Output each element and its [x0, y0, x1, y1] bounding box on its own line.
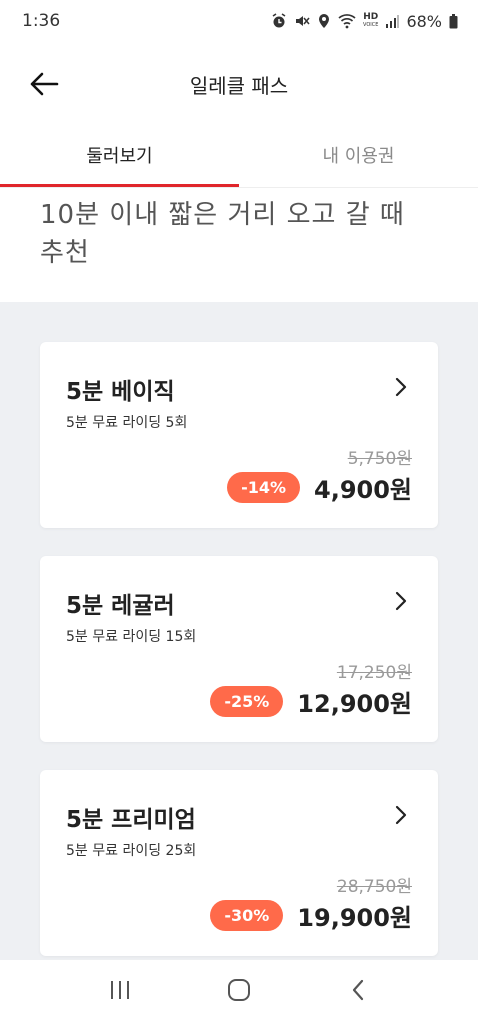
tab-browse[interactable]: 둘러보기	[0, 136, 239, 187]
sale-price: 19,900원	[297, 904, 412, 932]
original-price: 28,750원	[336, 877, 412, 897]
page-title: 일레클 패스	[189, 73, 289, 98]
signal-icon	[385, 14, 400, 28]
sale-price: 4,900원	[314, 476, 412, 504]
back-chevron-icon	[351, 979, 365, 1005]
sale-price: 12,900원	[297, 690, 412, 718]
hd-voice-icon: HD VOICE	[363, 12, 379, 29]
arrow-left-icon	[29, 72, 59, 100]
app-header: 일레클 패스	[0, 42, 478, 126]
discount-badge: -30%	[210, 900, 284, 931]
pass-name: 5분 레귤러	[66, 593, 175, 619]
chevron-right-icon	[392, 376, 410, 398]
price-row: -25% 12,900원	[210, 684, 412, 719]
system-nav-bar	[0, 960, 478, 1024]
pass-name: 5분 베이직	[66, 379, 175, 405]
price-row: -14% 4,900원	[227, 470, 412, 505]
recent-apps-icon	[109, 980, 131, 1004]
mute-icon	[294, 13, 310, 29]
location-icon	[317, 13, 331, 29]
pass-description: 5분 무료 라이딩 25회	[66, 843, 197, 859]
discount-badge: -25%	[210, 686, 284, 717]
tab-bar: 둘러보기 내 이용권	[0, 136, 478, 188]
status-icons: HD VOICE 68%	[271, 12, 458, 31]
system-back-button[interactable]	[338, 972, 378, 1012]
tab-browse-label: 둘러보기	[86, 145, 153, 167]
battery-icon	[449, 13, 458, 29]
back-button[interactable]	[24, 66, 64, 106]
recent-apps-button[interactable]	[100, 972, 140, 1012]
pass-description: 5분 무료 라이딩 5회	[66, 415, 188, 431]
original-price: 17,250원	[336, 663, 412, 683]
discount-badge: -14%	[227, 472, 300, 503]
wifi-icon	[338, 13, 356, 29]
chevron-right-icon	[392, 804, 410, 826]
status-bar: 1:36 HD VOICE 68%	[0, 0, 478, 42]
status-time: 1:36	[22, 11, 61, 31]
pass-description: 5분 무료 라이딩 15회	[66, 629, 197, 645]
pass-card-regular[interactable]: 5분 레귤러 5분 무료 라이딩 15회 17,250원 -25% 12,900…	[40, 556, 438, 742]
tab-my-passes[interactable]: 내 이용권	[239, 136, 478, 187]
category-description: 10분 이내 짧은 거리 오고 갈 때 추천	[0, 190, 478, 302]
alarm-icon	[271, 13, 287, 29]
tab-my-passes-label: 내 이용권	[322, 145, 395, 167]
pass-name: 5분 프리미엄	[66, 807, 196, 833]
home-button[interactable]	[219, 972, 259, 1012]
price-row: -30% 19,900원	[210, 898, 412, 933]
original-price: 5,750원	[347, 449, 412, 469]
pass-list: 5분 베이직 5분 무료 라이딩 5회 5,750원 -14% 4,900원 5…	[0, 302, 478, 960]
pass-card-basic[interactable]: 5분 베이직 5분 무료 라이딩 5회 5,750원 -14% 4,900원	[40, 342, 438, 528]
chevron-right-icon	[392, 590, 410, 612]
pass-card-premium[interactable]: 5분 프리미엄 5분 무료 라이딩 25회 28,750원 -30% 19,90…	[40, 770, 438, 956]
home-icon	[227, 978, 251, 1006]
battery-percent: 68%	[406, 11, 442, 31]
